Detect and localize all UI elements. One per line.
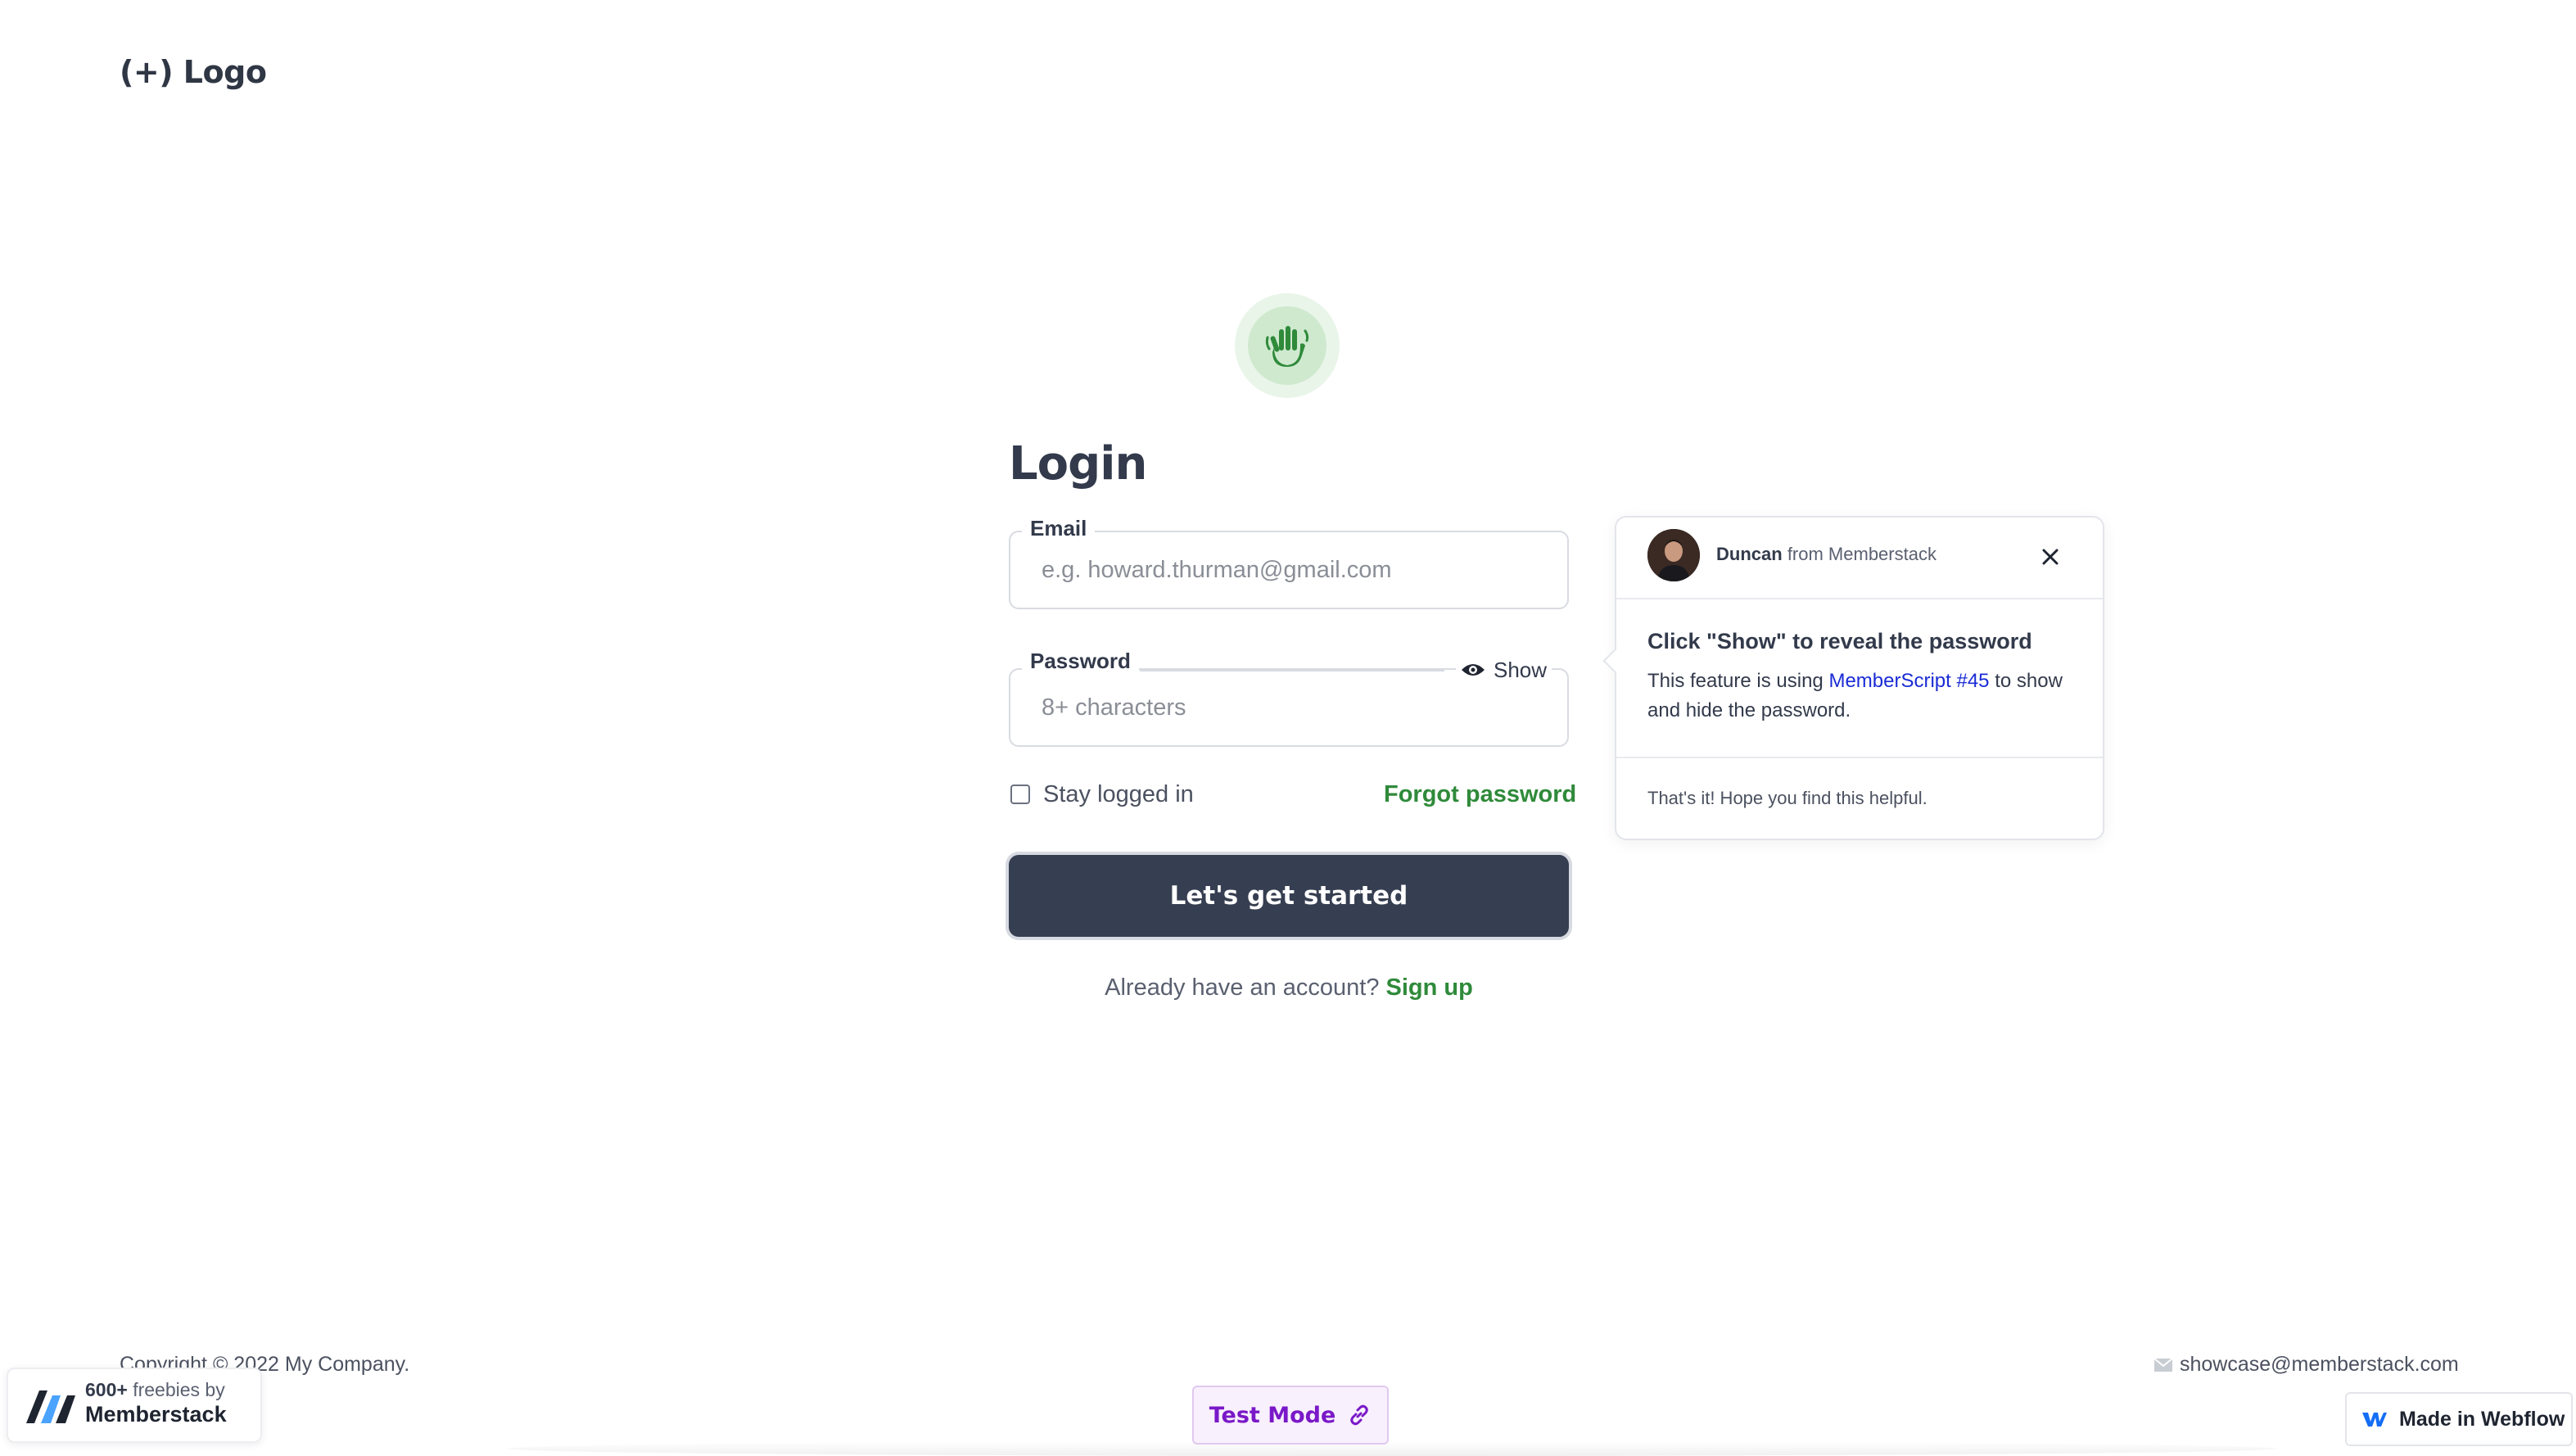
contact-email-text[interactable]: showcase@memberstack.com [2180,1353,2459,1377]
author-name: Duncan [1716,544,1783,564]
eye-icon [1462,664,1485,676]
avatar-image [1647,529,1700,581]
stay-logged-in-checkbox[interactable] [1010,785,1030,804]
memberstack-badge-count: 600+ [85,1379,128,1400]
forgot-password-link[interactable]: Forgot password [1384,781,1576,808]
author-suffix: from Memberstack [1787,544,1937,564]
memberstack-icon [26,1390,75,1423]
submit-button[interactable]: Let's get started [1009,855,1569,937]
link-icon [1350,1404,1369,1426]
waving-hand-icon [1265,326,1309,367]
site-logo[interactable]: (+) Logo [120,54,267,90]
tooltip-body-prefix: This feature is using [1647,670,1824,692]
password-label: Password [1022,649,1139,674]
show-password-button[interactable]: Show [1456,655,1552,685]
avatar [1647,529,1700,581]
memberstack-badge-name: Memberstack [85,1402,227,1427]
show-password-label: Show [1494,657,1548,682]
tooltip-divider [1616,598,2103,599]
memberstack-badge-caption: 600+ freebies by [85,1379,225,1401]
bottom-shadow [508,1441,2276,1456]
tooltip-title: Click "Show" to reveal the password [1647,629,2032,653]
tooltip-body: This feature is using MemberScript #45 t… [1647,667,2073,726]
close-icon[interactable] [2034,540,2067,573]
mail-icon [2153,1357,2173,1372]
made-in-webflow-badge[interactable]: Made in Webflow [2345,1392,2573,1446]
email-field[interactable] [1009,531,1569,609]
signup-prompt-text: Already have an account? [1105,974,1380,1001]
hero-badge [1235,293,1340,398]
signup-prompt: Already have an account? Sign up [1009,974,1569,1002]
page-title: Login [1009,437,1147,491]
email-label: Email [1022,516,1096,541]
test-mode-button[interactable]: Test Mode [1192,1386,1389,1445]
webflow-icon [2362,1413,2387,1427]
stay-logged-in-label[interactable]: Stay logged in [1043,781,1194,808]
webflow-badge-label: Made in Webflow [2399,1407,2565,1431]
test-mode-label: Test Mode [1209,1402,1336,1428]
tooltip-footer: That's it! Hope you find this helpful. [1647,788,1927,808]
email-input[interactable] [1042,532,1543,608]
contact-email[interactable]: showcase@memberstack.com [2153,1353,2459,1377]
memberscript-link[interactable]: MemberScript #45 [1828,670,1989,692]
password-label-rule [1140,670,1444,671]
signup-link[interactable]: Sign up [1386,974,1473,1001]
memberstack-badge-small: freebies by [133,1379,225,1400]
tooltip-author: Duncan from Memberstack [1716,544,1937,565]
tooltip-divider [1616,757,2103,758]
